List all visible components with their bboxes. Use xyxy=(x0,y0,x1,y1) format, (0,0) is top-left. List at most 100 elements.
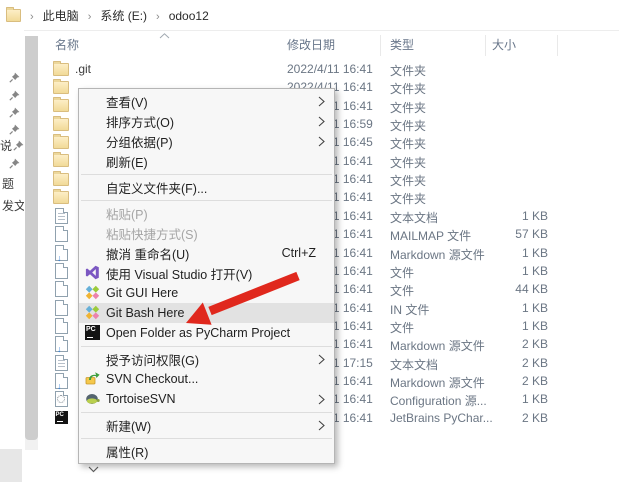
column-header-name[interactable]: 名称 xyxy=(55,32,79,58)
column-headers: 名称 修改日期 类型 大小 xyxy=(40,32,619,58)
folder-icon xyxy=(53,136,69,149)
type-cell: 文件夹 xyxy=(390,80,426,97)
column-divider[interactable] xyxy=(557,35,558,56)
submenu-icon xyxy=(318,136,325,147)
type-cell: IN 文件 xyxy=(390,301,429,318)
breadcrumb: ›此电脑›系统 (E:)›odoo12 xyxy=(0,0,619,31)
menu-item[interactable]: 自定义文件夹(F)... xyxy=(79,177,334,197)
pin-icon xyxy=(9,90,20,101)
menu-item-label: 新建(W) xyxy=(106,416,151,435)
type-cell: 文件夹 xyxy=(390,117,426,134)
menu-item[interactable]: 粘贴快捷方式(S) xyxy=(79,223,334,243)
menu-item[interactable]: PCOpen Folder as PyCharm Project xyxy=(79,323,334,343)
file-icon-cell xyxy=(53,98,69,114)
type-cell: 文件 xyxy=(390,282,414,299)
menu-item[interactable]: 刷新(E) xyxy=(79,151,334,171)
markdown-file-icon xyxy=(55,245,68,261)
menu-item-icon-slot xyxy=(85,371,100,386)
size-cell: 1 KB xyxy=(480,264,548,278)
folder-icon xyxy=(53,191,69,204)
breadcrumb-item[interactable]: odoo12 xyxy=(169,9,209,23)
file-icon xyxy=(55,226,68,242)
type-cell: MAILMAP 文件 xyxy=(390,227,471,244)
file-icon-cell xyxy=(53,61,69,77)
pin-icon xyxy=(9,107,20,118)
file-icon-cell xyxy=(53,226,69,242)
quick-access-item[interactable] xyxy=(2,105,20,119)
column-header-size[interactable]: 大小 xyxy=(492,32,516,58)
breadcrumb-separator: › xyxy=(30,11,34,23)
quick-access-label: 题 xyxy=(2,175,14,192)
quick-access-item[interactable] xyxy=(2,156,20,170)
menu-item-label: Git GUI Here xyxy=(106,286,178,300)
markdown-file-icon xyxy=(55,373,68,389)
pin-icon xyxy=(9,124,20,135)
date-cell: 2022/4/11 16:41 xyxy=(287,62,373,76)
menu-item[interactable]: 使用 Visual Studio 打开(V) xyxy=(79,263,334,283)
menu-item[interactable]: Git Bash Here xyxy=(79,303,334,323)
menu-item-label: SVN Checkout... xyxy=(106,372,198,386)
nav-scrollbar[interactable] xyxy=(25,36,38,450)
menu-item[interactable]: 粘贴(P) xyxy=(79,203,334,223)
menu-item[interactable]: Git GUI Here xyxy=(79,283,334,303)
column-header-date-modified[interactable]: 修改日期 xyxy=(287,32,335,58)
file-icon-cell xyxy=(53,208,69,224)
menu-item-icon-slot xyxy=(85,265,100,280)
menu-item-icon-slot xyxy=(85,305,100,320)
nav-scrollbar-thumb[interactable] xyxy=(25,36,38,440)
type-cell: 文件夹 xyxy=(390,135,426,152)
column-header-type[interactable]: 类型 xyxy=(390,32,414,58)
menu-item[interactable]: SVN Checkout... xyxy=(79,369,334,389)
folder-icon xyxy=(53,154,69,167)
menu-item-label: Open Folder as PyCharm Project xyxy=(106,326,290,340)
table-row[interactable]: .git2022/4/11 16:41文件夹 xyxy=(40,60,619,78)
size-cell: 1 KB xyxy=(480,301,548,315)
menu-item-label: 属性(R) xyxy=(106,442,148,461)
file-icon-cell xyxy=(53,245,69,261)
pycharm-file-icon: PC xyxy=(55,411,68,424)
folder-icon xyxy=(53,81,69,94)
git-icon xyxy=(85,285,100,300)
file-icon-cell xyxy=(53,391,69,407)
type-cell: Markdown 源文件 xyxy=(390,374,485,391)
menu-item[interactable]: 排序方式(O) xyxy=(79,111,334,131)
submenu-icon xyxy=(318,354,325,365)
quick-access-item[interactable] xyxy=(2,70,20,84)
column-divider[interactable] xyxy=(485,35,486,56)
file-icon-cell: PC xyxy=(53,410,69,426)
visual-studio-icon xyxy=(85,265,100,280)
quick-access-label: 发文 xyxy=(2,197,24,214)
quick-access-item[interactable]: 题 xyxy=(2,176,14,190)
size-cell: 1 KB xyxy=(480,319,548,333)
pin-icon xyxy=(13,140,24,151)
git-icon xyxy=(85,305,100,320)
file-icon-cell xyxy=(53,300,69,316)
type-cell: 文件 xyxy=(390,264,414,281)
menu-item[interactable]: 查看(V) xyxy=(79,91,334,111)
menu-item[interactable]: 授予访问权限(G) xyxy=(79,349,334,369)
column-divider[interactable] xyxy=(380,35,381,56)
quick-access-item[interactable]: 说 xyxy=(0,138,24,152)
menu-item[interactable]: 撤消 重命名(U)Ctrl+Z xyxy=(79,243,334,263)
menu-item[interactable]: 分组依据(P) xyxy=(79,131,334,151)
breadcrumb-separator: › xyxy=(88,11,92,23)
quick-access-item[interactable] xyxy=(2,88,20,102)
menu-item[interactable]: 新建(W) xyxy=(79,415,334,435)
menu-item[interactable]: 属性(R) xyxy=(79,441,334,461)
type-cell: 文件夹 xyxy=(390,62,426,79)
quick-access-item[interactable]: 发文 xyxy=(2,198,24,212)
size-cell: 2 KB xyxy=(480,411,548,425)
breadcrumb-item[interactable]: 此电脑 xyxy=(43,9,79,23)
folder-icon xyxy=(53,63,69,76)
menu-item-label: 粘贴(P) xyxy=(106,204,148,223)
file-icon-cell xyxy=(53,189,69,205)
text-doc-icon xyxy=(55,208,68,224)
submenu-arrow-icon xyxy=(318,116,325,130)
quick-access-item[interactable] xyxy=(2,122,20,136)
menu-item-label: 自定义文件夹(F)... xyxy=(106,178,207,197)
breadcrumb-item[interactable]: 系统 (E:) xyxy=(100,9,147,23)
config-file-icon xyxy=(55,391,68,407)
menu-item-label: 授予访问权限(G) xyxy=(106,350,199,369)
menu-item-icon-slot xyxy=(85,285,100,300)
menu-item[interactable]: TortoiseSVN xyxy=(79,389,334,409)
